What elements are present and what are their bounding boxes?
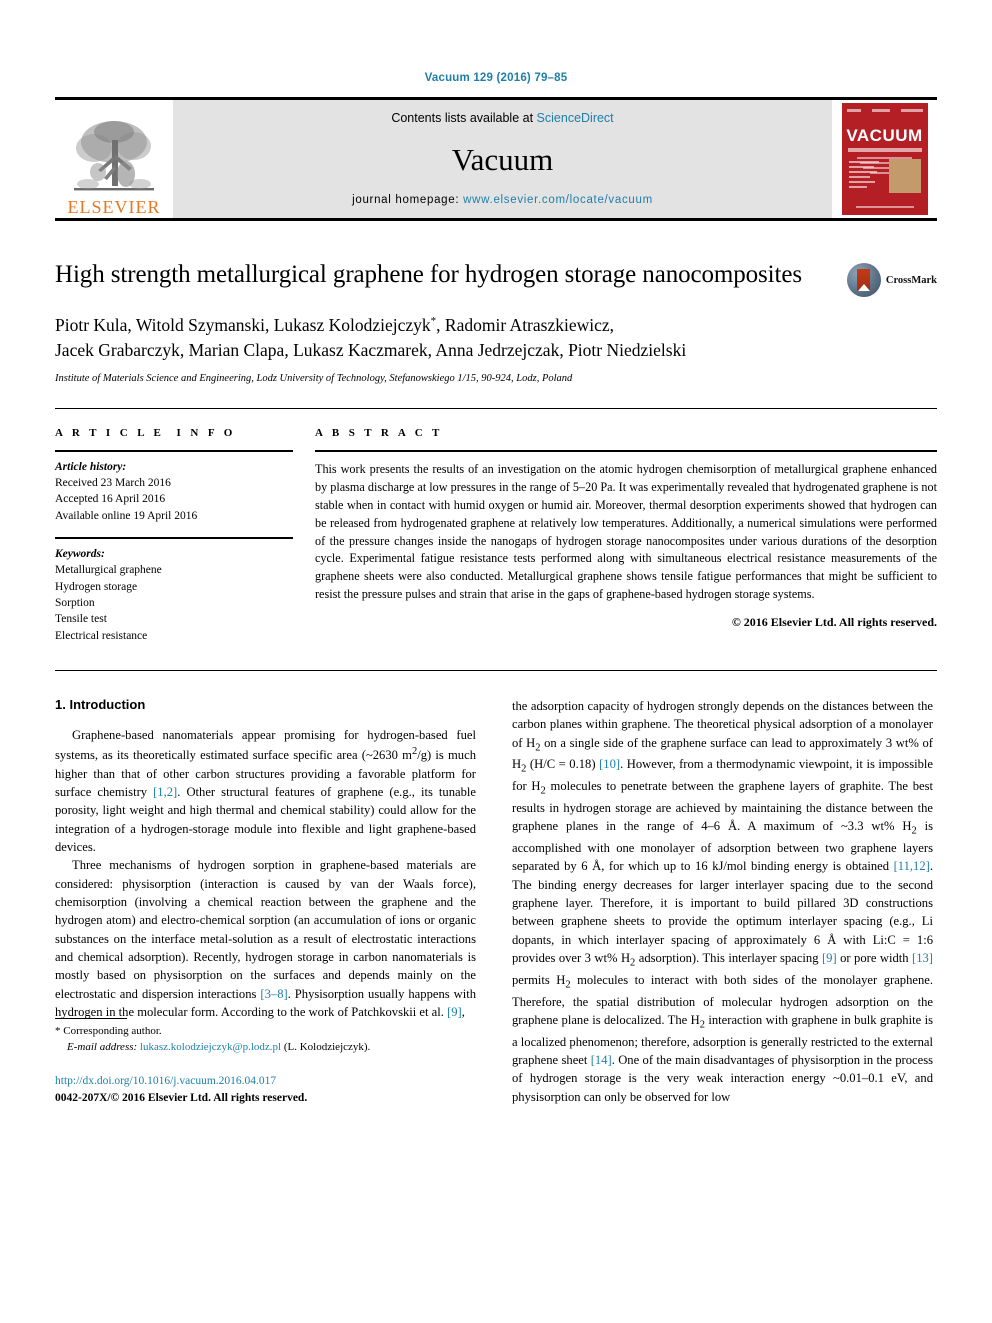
journal-cover-thumbnail: VACUUM [832, 100, 937, 218]
cover-photo-block [888, 159, 921, 193]
history-online: Available online 19 April 2016 [55, 509, 198, 522]
keywords-label: Keywords: [55, 548, 105, 561]
homepage-prefix: journal homepage: [352, 194, 460, 206]
article-info-heading: A R T I C L E I N F O [55, 426, 236, 439]
email-link[interactable]: lukasz.kolodziejczyk@p.lodz.pl [140, 1041, 281, 1053]
sciencedirect-link[interactable]: ScienceDirect [537, 111, 614, 125]
keyword-item: Sorption [55, 597, 95, 610]
crossmark-icon [846, 263, 881, 297]
running-head: Vacuum 129 (2016) 79–85 [424, 72, 568, 84]
author-list: Piotr Kula, Witold Szymanski, Lukasz Kol… [55, 313, 885, 364]
citation-link-13[interactable]: [13] [912, 951, 933, 965]
elsevier-logo: ELSEVIER [55, 100, 173, 218]
rpara-j: permits H [512, 972, 566, 987]
author-line-1-pre: Piotr Kula, Witold Szymanski, Lukasz Kol… [55, 315, 431, 335]
rpara-c: (H/C = 0.18) [526, 757, 600, 772]
page-title: High strength metallurgical graphene for… [55, 261, 802, 288]
body-columns: 1. Introduction Graphene-based nanomater… [55, 670, 937, 1106]
doi-link[interactable]: http://dx.doi.org/10.1016/j.vacuum.2016.… [55, 1073, 476, 1089]
masthead-center: Contents lists available at ScienceDirec… [173, 100, 832, 218]
info-abstract-section: A R T I C L E I N F O Article history: R… [55, 407, 937, 644]
cover-topbar [846, 107, 923, 114]
elsevier-wordmark: ELSEVIER [67, 197, 161, 217]
citation-link-9[interactable]: [9] [447, 1005, 462, 1019]
article-history-group: Article history: Received 23 March 2016 … [55, 452, 293, 524]
rpara-i: or pore width [836, 950, 913, 965]
crossmark-book-icon [857, 269, 871, 291]
citation-link-10[interactable]: [10] [599, 757, 620, 771]
abstract-text: This work presents the results of an inv… [315, 461, 937, 602]
paragraph-intro-1: Graphene-based nanomaterials appear prom… [55, 726, 476, 856]
author-line-1-post: , Radomir Atraszkiewicz, [436, 315, 615, 335]
footnote-zone: * Corresponding author. E-mail address: … [55, 1018, 476, 1106]
citation-link-3-8[interactable]: [3–8] [260, 987, 287, 1001]
author-line-2: Jacek Grabarczyk, Marian Clapa, Lukasz K… [55, 340, 687, 361]
journal-title: Vacuum [451, 142, 554, 177]
issn-copyright-line: 0042-207X/© 2016 Elsevier Ltd. All right… [55, 1091, 308, 1104]
email-label: E-mail address: [67, 1041, 138, 1054]
corresponding-author-note: * Corresponding author. E-mail address: … [55, 1024, 476, 1056]
title-block: High strength metallurgical graphene for… [55, 259, 937, 297]
rpara-e: molecules to penetrate between the graph… [512, 779, 934, 834]
contents-prefix: Contents lists available at [391, 111, 534, 125]
corresponding-author-label: Corresponding author. [63, 1025, 162, 1038]
paragraph-intro-continued: the adsorption capacity of hydrogen stro… [512, 697, 933, 1106]
right-column: the adsorption capacity of hydrogen stro… [512, 697, 933, 1106]
citation-link-14[interactable]: [14] [591, 1053, 612, 1067]
cover-image: VACUUM [841, 103, 928, 215]
keywords-group: Keywords: Metallurgical graphene Hydroge… [55, 539, 293, 644]
affiliation: Institute of Materials Science and Engin… [55, 372, 573, 384]
citation-link-11-12[interactable]: [11,12] [894, 859, 930, 873]
email-owner: (L. Kolodziejczyk). [283, 1041, 371, 1054]
para2-part-a: Three mechanisms of hydrogen sorption in… [55, 858, 476, 1001]
article-page: Vacuum 129 (2016) 79–85 ELSEVIER Content… [0, 0, 992, 1323]
article-history-label: Article history: [55, 460, 127, 473]
journal-homepage-line: journal homepage: www.elsevier.com/locat… [352, 194, 653, 206]
history-accepted: Accepted 16 April 2016 [55, 493, 166, 506]
keyword-item: Hydrogen storage [55, 580, 138, 593]
paragraph-intro-2: Three mechanisms of hydrogen sorption in… [55, 856, 476, 1021]
keyword-item: Metallurgical graphene [55, 564, 162, 577]
para2-part-c: , [461, 1004, 465, 1019]
citation-link-1-2[interactable]: [1,2] [153, 785, 177, 799]
rpara-h: adsorption). This interlayer spacing [635, 950, 822, 965]
cover-left-text-block [848, 161, 879, 191]
left-column: 1. Introduction Graphene-based nanomater… [55, 697, 476, 1106]
doi-block: http://dx.doi.org/10.1016/j.vacuum.2016.… [55, 1073, 476, 1106]
history-received: Received 23 March 2016 [55, 477, 171, 490]
abstract-heading: A B S T R A C T [315, 426, 443, 439]
elsevier-tree-icon [74, 121, 154, 191]
journal-masthead: ELSEVIER Contents lists available at Sci… [55, 97, 937, 221]
footnote-star-marker: * [55, 1025, 61, 1038]
contents-available-line: Contents lists available at ScienceDirec… [391, 111, 613, 125]
title-text-wrap: High strength metallurgical graphene for… [55, 259, 847, 291]
abstract-column: A B S T R A C T This work presents the r… [315, 427, 937, 644]
crossmark-badge-group[interactable]: CrossMark [846, 263, 937, 297]
section-heading-introduction: 1. Introduction [55, 697, 146, 713]
abstract-copyright: © 2016 Elsevier Ltd. All rights reserved… [731, 615, 937, 630]
cover-footer-bar [855, 206, 914, 208]
keyword-item: Electrical resistance [55, 629, 148, 642]
cover-title: VACUUM [846, 126, 923, 145]
homepage-url-link[interactable]: www.elsevier.com/locate/vacuum [463, 194, 653, 206]
footnote-rule [55, 1018, 127, 1020]
cover-subtitle-bar [847, 148, 922, 152]
crossmark-label: CrossMark [885, 274, 937, 286]
keyword-item: Tensile test [55, 613, 107, 626]
rpara-g: . The binding energy decreases for large… [512, 859, 933, 965]
article-info-column: A R T I C L E I N F O Article history: R… [55, 427, 293, 644]
citation-link-9-second[interactable]: [9] [822, 951, 837, 965]
